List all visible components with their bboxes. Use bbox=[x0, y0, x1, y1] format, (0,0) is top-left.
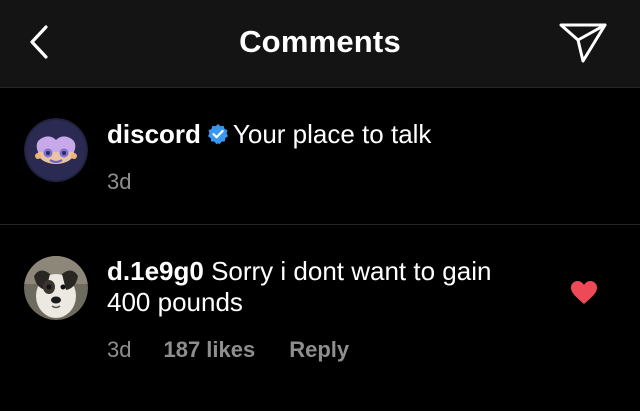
dog-avatar-icon bbox=[24, 256, 88, 320]
page-title: Comments bbox=[239, 24, 401, 59]
comment-item: d.1e9g0 Sorry i dont want to gain 400 po… bbox=[0, 226, 640, 411]
timestamp: 3d bbox=[107, 169, 132, 194]
paper-plane-icon bbox=[559, 23, 607, 63]
post-caption: discord Your place to talk 3d bbox=[0, 88, 640, 225]
caption-meta: 3d bbox=[107, 169, 131, 195]
like-button[interactable] bbox=[570, 280, 598, 306]
comment-meta: 3d 187 likes Reply bbox=[107, 337, 349, 363]
timestamp: 3d bbox=[107, 337, 132, 362]
reply-button[interactable]: Reply bbox=[289, 337, 349, 363]
discord-logo-icon bbox=[24, 118, 88, 182]
avatar[interactable] bbox=[24, 256, 88, 320]
heart-icon bbox=[571, 281, 597, 304]
username[interactable]: d.1e9g0 bbox=[107, 256, 204, 286]
username[interactable]: discord bbox=[107, 119, 201, 149]
avatar[interactable] bbox=[24, 118, 88, 182]
share-button[interactable] bbox=[558, 20, 608, 66]
caption-text: Your place to talk bbox=[232, 119, 432, 149]
comment-text-line: d.1e9g0 Sorry i dont want to gain 400 po… bbox=[107, 256, 527, 318]
caption-text-line: discord Your place to talk bbox=[107, 119, 431, 150]
verified-badge-icon bbox=[207, 123, 229, 145]
likes-count-button[interactable]: 187 likes bbox=[163, 337, 255, 363]
header-bar: Comments bbox=[0, 0, 640, 88]
